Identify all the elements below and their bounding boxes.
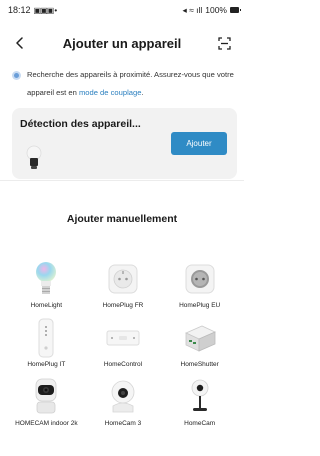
device-tile-homecam-indoor-2k[interactable]: HOMECAM indoor 2k [8,376,85,435]
device-label: HomeLight [30,302,63,309]
battery-icon [230,7,241,13]
plug-eu-icon [180,258,220,300]
manual-add-title: Ajouter manuellement [66,213,178,225]
notice-text: Recherche des appareils à proximité. Ass… [27,66,238,102]
device-tile-homeplug-eu[interactable]: HomePlug EU [161,258,238,317]
shutter-module-icon [180,317,220,359]
back-arrow-icon [16,37,23,49]
back-button[interactable] [10,33,30,53]
device-label: HomePlug IT [27,361,66,368]
battery-percent: 100% [205,5,227,15]
device-label: HomePlug FR [102,302,144,309]
device-label: HomeCam 3 [104,420,142,427]
notification-icons: ▣▣▣ • [33,5,58,15]
device-tile-homeplug-it[interactable]: HomePlug IT [8,317,85,376]
scan-icon [217,36,231,50]
page-title: Ajouter un appareil [62,35,182,51]
detected-bulb-icon [26,145,42,169]
detection-card: Détection des appareil... Ajouter [12,108,237,179]
clock: 18:12 [8,5,31,15]
device-tile-homelight[interactable]: HomeLight [8,258,85,317]
device-grid: HomeLight HomePlug FR HomePlug EU HomePl… [8,258,238,435]
header: Ajouter un appareil [0,28,244,58]
device-tile-homecam-3[interactable]: HomeCam 3 [85,376,162,435]
status-bar: 18:12 ▣▣▣ • ◂ ≈ ıll 100% [0,0,244,20]
add-button[interactable]: Ajouter [171,132,227,155]
scan-button[interactable] [214,33,234,53]
status-left: 18:12 ▣▣▣ • [8,5,58,15]
plug-it-icon [26,317,66,359]
pairing-mode-link[interactable]: mode de couplage [79,88,142,97]
device-tile-homeplug-fr[interactable]: HomePlug FR [85,258,162,317]
status-right: ◂ ≈ ıll 100% [182,4,241,16]
plug-fr-icon [103,258,143,300]
searching-indicator-icon [12,71,21,80]
indoor-camera-icon [26,376,66,418]
detection-title: Détection des appareil... [20,118,141,130]
device-label: HomeControl [103,361,143,368]
bulb-icon [26,258,66,300]
device-label: HomePlug EU [179,302,221,309]
device-tile-homeshutter[interactable]: HomeShutter [161,317,238,376]
notice-suffix: . [141,88,144,97]
stand-camera-icon [180,376,220,418]
dome-camera-icon [103,376,143,418]
device-label: HOMECAM indoor 2k [15,420,78,427]
device-tile-homecam[interactable]: HomeCam [161,376,238,435]
device-label: HomeShutter [180,361,219,368]
device-tile-homecontrol[interactable]: HomeControl [85,317,162,376]
nearby-search-notice: Recherche des appareils à proximité. Ass… [12,66,238,102]
signal-icons: ◂ ≈ ıll [182,4,203,15]
section-divider [0,180,244,181]
ir-controller-icon [103,317,143,359]
device-label: HomeCam [184,420,216,427]
